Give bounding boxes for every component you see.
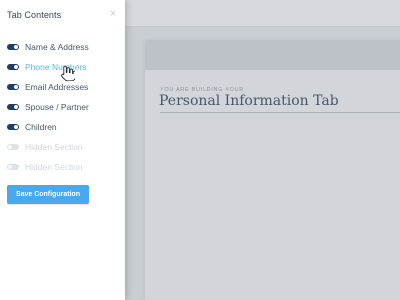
tab-contents-panel: Tab Contents × Name & Address Phone Numb… <box>0 0 125 300</box>
toggle-label: Children <box>25 122 57 132</box>
toggle-label: Spouse / Partner <box>25 102 89 112</box>
page-title: Personal Information Tab <box>159 93 339 109</box>
toggle-item-hidden-section-2[interactable]: Hidden Section <box>7 157 122 177</box>
builder-card: YOU ARE BUILDING YOUR Personal Informati… <box>145 40 400 300</box>
toggle-switch-on[interactable] <box>7 64 19 70</box>
toggle-item-hidden-section-1[interactable]: Hidden Section <box>7 137 122 157</box>
toggle-label: Name & Address <box>25 42 89 52</box>
toggle-switch-on[interactable] <box>7 124 19 130</box>
close-icon[interactable]: × <box>107 8 119 20</box>
toggle-item-spouse-partner[interactable]: Spouse / Partner <box>7 97 122 117</box>
toggle-item-children[interactable]: Children <box>7 117 122 137</box>
main-content-area: YOU ARE BUILDING YOUR Personal Informati… <box>125 0 400 300</box>
toggle-item-name-address[interactable]: Name & Address <box>7 37 122 57</box>
sidebar-title: Tab Contents <box>7 10 62 20</box>
toggle-switch-off[interactable] <box>7 164 19 170</box>
section-toggle-list: Name & Address Phone Numbers Email Addre… <box>7 37 122 177</box>
toggle-label: Phone Numbers <box>25 62 87 72</box>
app-window: Tab Contents × Name & Address Phone Numb… <box>0 0 400 300</box>
toggle-switch-on[interactable] <box>7 44 19 50</box>
toggle-switch-on[interactable] <box>7 104 19 110</box>
save-configuration-button[interactable]: Save Configuration <box>7 185 89 204</box>
sidebar-header: Tab Contents × <box>7 8 119 24</box>
toggle-switch-on[interactable] <box>7 84 19 90</box>
title-underline <box>160 112 400 113</box>
toggle-label: Hidden Section <box>25 162 83 172</box>
toggle-switch-off[interactable] <box>7 144 19 150</box>
toggle-label: Hidden Section <box>25 142 83 152</box>
card-header-strip <box>145 40 400 70</box>
top-bar <box>125 0 400 27</box>
hand-cursor-icon <box>61 65 75 81</box>
toggle-label: Email Addresses <box>25 82 89 92</box>
